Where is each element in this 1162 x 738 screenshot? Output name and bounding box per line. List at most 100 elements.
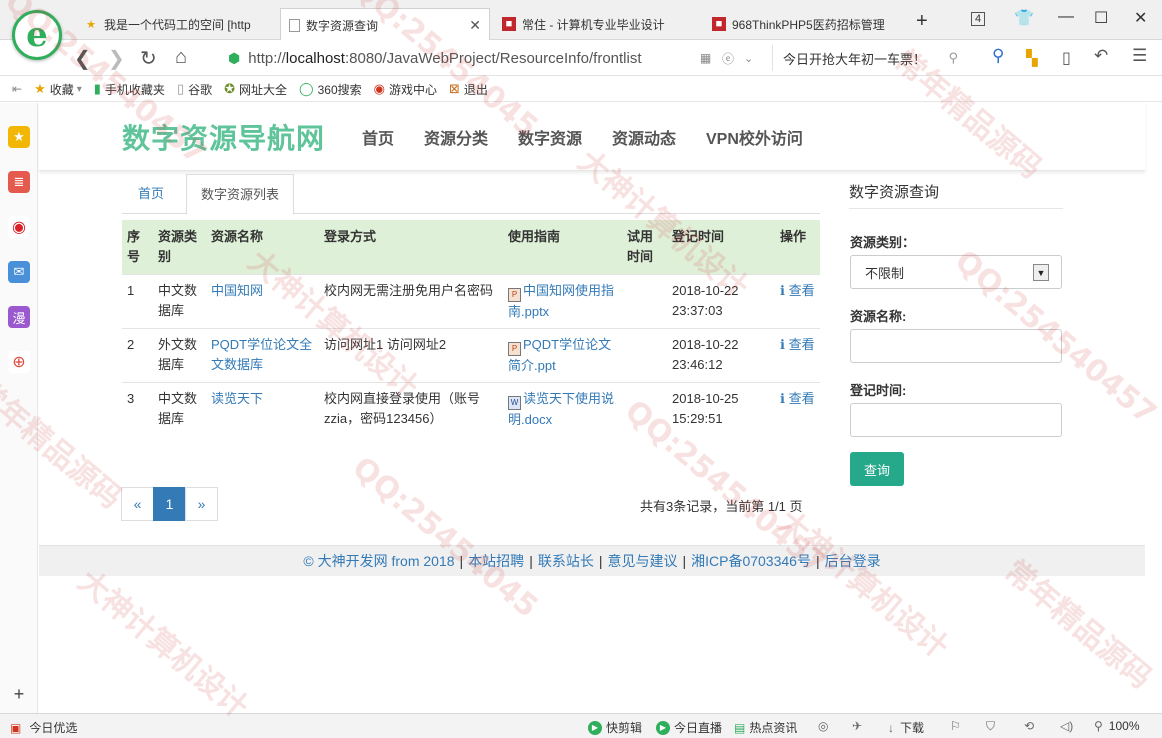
chevron-down-icon: ▼	[1033, 264, 1049, 281]
status-download[interactable]: ↓ 下载	[888, 719, 924, 736]
menu-icon[interactable]: ☰	[1132, 46, 1147, 66]
query-button[interactable]: 查询	[850, 452, 904, 486]
browser-tab-active[interactable]: 数字资源查询 ✕	[280, 8, 490, 41]
footer-jobs-link[interactable]: 本站招聘	[468, 551, 524, 571]
row-login-method: 校内网直接登录使用（账号zzia，密码123456）	[319, 382, 503, 436]
shield-icon[interactable]: ⛉	[986, 719, 995, 734]
row-number: 1	[122, 274, 153, 329]
new-tab-button[interactable]: +	[916, 10, 928, 33]
type-select[interactable]: 不限制 ▼	[850, 255, 1062, 289]
bookmark-exit[interactable]: ⊠ 退出	[449, 81, 488, 98]
nav-categories[interactable]: 资源分类	[424, 125, 488, 149]
chevron-down-icon[interactable]: ⌄	[744, 52, 753, 65]
name-input[interactable]	[850, 329, 1062, 363]
reload-icon[interactable]: ↻	[140, 46, 157, 71]
next-page-button[interactable]: »	[185, 487, 218, 521]
magnifier-icon[interactable]: ⚲	[992, 46, 1004, 66]
shield-icon: ⬢	[228, 49, 241, 66]
maximize-icon[interactable]: ☐	[1094, 8, 1108, 28]
browser-logo-icon[interactable]: e	[12, 10, 62, 60]
view-action-link[interactable]: ℹ 查看	[780, 337, 815, 352]
resource-table: 序号 资源类别 资源名称 登录方式 使用指南 试用时间 登记时间 操作 1 中文…	[122, 220, 820, 436]
guide-file-link[interactable]: 中国知网使用指南.pptx	[508, 283, 614, 319]
minimize-icon[interactable]: —	[1058, 8, 1074, 26]
footer-contact-link[interactable]: 联系站长	[538, 551, 594, 571]
footer-feedback-link[interactable]: 意见与建议	[607, 551, 677, 571]
view-action-label: 查看	[788, 283, 815, 298]
search-icon[interactable]: ⚲	[948, 50, 958, 66]
browser-tab-4[interactable]: ■ 968ThinkPHP5医药招标管理	[704, 8, 904, 40]
browser-tab-3[interactable]: ■ 常住 - 计算机专业毕业设计	[494, 8, 702, 40]
refresh-icon[interactable]: ⟲	[1024, 719, 1034, 733]
breadcrumb-home[interactable]: 首页	[124, 174, 178, 214]
url-host: localhost	[285, 49, 345, 67]
tab-count-badge[interactable]: 4	[971, 12, 986, 26]
nav-vpn[interactable]: VPN校外访问	[706, 125, 803, 149]
bookmark-directory[interactable]: ✪ 网址大全	[224, 81, 287, 98]
window-close-icon[interactable]: ✕	[1134, 8, 1147, 28]
status-today-picks[interactable]: ▣ 今日优选	[10, 719, 77, 736]
footer-icp-link[interactable]: 湘ICP备0703346号	[691, 551, 811, 571]
shirt-icon[interactable]: 👕	[1014, 8, 1034, 28]
apps-icon[interactable]: ▚	[1026, 49, 1038, 67]
bookmark-label: 360搜索	[317, 82, 362, 97]
view-action-link[interactable]: ℹ 查看	[780, 283, 815, 298]
resource-name-link[interactable]: 中国知网	[211, 283, 263, 298]
url-field[interactable]: ⬢ http://localhost:8080/JavaWebProject/R…	[228, 45, 768, 71]
compat-mode-icon[interactable]: ⓔ	[722, 50, 734, 67]
game-icon: ◉	[373, 81, 385, 96]
page-1-button[interactable]: 1	[153, 487, 186, 521]
bookmarks-bar: ⇤ ★ 收藏 ▾ ▮ 手机收藏夹 ▯ 谷歌 ✪ 网址大全 ◯ 360搜索 ◉ 游戏中心 ⊠ 退出	[0, 77, 1162, 102]
bookmark-google[interactable]: ▯ 谷歌	[177, 81, 212, 98]
volume-icon[interactable]: ◁)	[1060, 719, 1073, 733]
breadcrumb-current: 数字资源列表	[186, 174, 295, 215]
pin-icon[interactable]: ✈	[852, 719, 862, 733]
nav-home[interactable]: 首页	[362, 125, 394, 149]
close-tab-icon[interactable]: ✕	[469, 17, 481, 34]
footer-admin-link[interactable]: 后台登录	[825, 551, 881, 571]
resource-name-link[interactable]: PQDT学位论文全文数据库	[211, 337, 312, 372]
footer-copyright[interactable]: © 大神开发网 from 2018	[303, 551, 454, 571]
speed-icon[interactable]: ◎	[818, 719, 828, 733]
bookmark-mobile[interactable]: ▮ 手机收藏夹	[94, 81, 165, 98]
nav-resources[interactable]: 数字资源	[518, 125, 582, 149]
game-icon[interactable]: ⊕	[8, 351, 30, 373]
mail-icon[interactable]: ✉	[8, 261, 30, 283]
row-number: 3	[122, 382, 153, 436]
status-label: 快剪辑	[606, 721, 643, 735]
view-action-link[interactable]: ℹ 查看	[780, 391, 815, 406]
nav-news[interactable]: 资源动态	[612, 125, 676, 149]
weibo-icon[interactable]: ◉	[8, 216, 30, 238]
guide-file-link[interactable]: PQDT学位论文简介.ppt	[508, 337, 611, 373]
favorites-icon[interactable]: ★	[8, 126, 30, 148]
tablet-icon[interactable]: ▯	[1062, 48, 1071, 68]
forward-icon[interactable]: ❯	[108, 46, 125, 71]
bookmark-label: 谷歌	[188, 82, 213, 97]
status-live[interactable]: ▶ 今日直播	[656, 719, 722, 736]
bookmark-360[interactable]: ◯ 360搜索	[299, 81, 362, 98]
undo-icon[interactable]: ↶	[1094, 46, 1108, 66]
status-quick-edit[interactable]: ▶ 快剪辑	[588, 719, 642, 736]
comic-icon[interactable]: 漫	[8, 306, 30, 328]
browser-tab-1[interactable]: ★ 我是一个代码工的空间 [http	[76, 8, 276, 40]
news-icon[interactable]: ≣	[8, 171, 30, 193]
qr-icon[interactable]: ▦	[700, 51, 711, 65]
flag-icon[interactable]: ⚐	[950, 719, 961, 733]
back-icon[interactable]: ❮	[74, 46, 91, 71]
prev-page-button[interactable]: «	[121, 487, 154, 521]
date-input[interactable]	[850, 403, 1062, 437]
bookmark-favorites[interactable]: ★ 收藏 ▾	[34, 81, 82, 98]
sidebar-toggle-icon[interactable]: ⇤	[12, 82, 22, 96]
site-brand[interactable]: 数字资源导航网	[122, 117, 325, 157]
column-header: 操作	[775, 220, 820, 275]
browser-tab-title: 数字资源查询	[306, 18, 379, 33]
status-zoom[interactable]: ⚲ 100%	[1094, 719, 1140, 733]
ppt-file-icon: P	[508, 288, 521, 302]
guide-file-link[interactable]: 读览天下使用说明.docx	[508, 391, 614, 427]
bookmark-games[interactable]: ◉ 游戏中心	[374, 81, 437, 98]
resource-name-link[interactable]: 读览天下	[211, 391, 263, 406]
status-hot-news[interactable]: ▤ 热点资讯	[734, 719, 797, 736]
add-icon[interactable]: +	[8, 683, 30, 705]
home-icon[interactable]: ⌂	[175, 46, 187, 69]
search-input[interactable]: 今日开抢大年初一车票！ ⚲	[772, 45, 972, 71]
